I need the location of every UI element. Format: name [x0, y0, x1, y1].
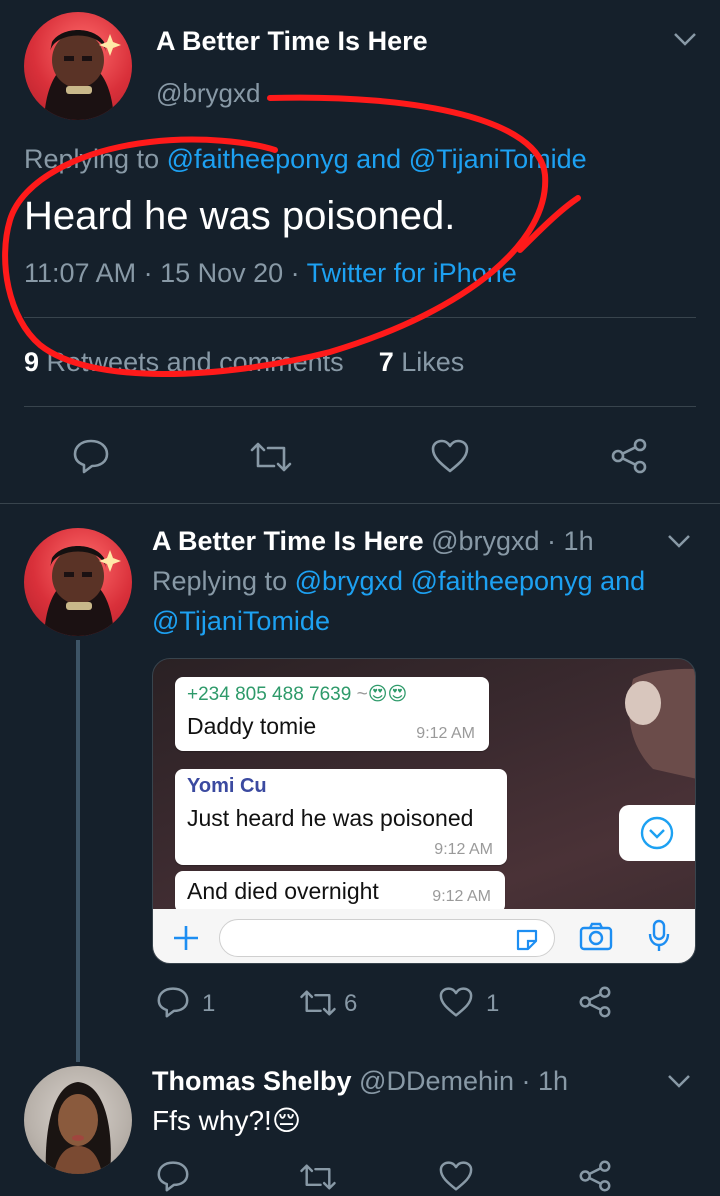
message-text: Just heard he was poisoned [187, 805, 474, 831]
camera-icon [579, 922, 613, 951]
whatsapp-compose-bar [153, 909, 695, 963]
emoji: 😔 [271, 1105, 302, 1136]
sender-phone: +234 805 488 7639 [187, 684, 352, 705]
like-icon[interactable] [430, 438, 470, 474]
sticker-icon [516, 929, 538, 951]
chevron-down-icon[interactable] [666, 1072, 692, 1090]
reply-icon[interactable] [156, 986, 190, 1018]
replying-to-prefix: Replying to [152, 566, 295, 596]
message-sender: Yomi Cu [187, 775, 267, 797]
avatar[interactable] [24, 1066, 132, 1174]
sender-emoji: 😍😍 [367, 684, 408, 705]
message-text: Daddy tomie [187, 713, 317, 739]
handle-time[interactable]: @brygxd · 1h [424, 526, 593, 556]
mention-link[interactable]: @brygxd @faitheeponyg [295, 566, 593, 596]
retweet-icon[interactable] [298, 988, 338, 1018]
retweet-count: 6 [344, 990, 358, 1017]
thread-line [76, 640, 80, 1062]
replying-to: Replying to @brygxd @faitheeponyg and [152, 566, 645, 597]
scroll-down-button [619, 805, 695, 861]
microphone-icon [648, 919, 670, 951]
plus-icon [174, 926, 198, 950]
reply-icon[interactable] [156, 1160, 190, 1192]
share-icon[interactable] [578, 986, 612, 1018]
mention-link[interactable]: @TijaniTomide [152, 606, 330, 637]
share-icon[interactable] [578, 1160, 612, 1192]
like-icon[interactable] [438, 986, 474, 1018]
annotation-circle [2, 94, 581, 377]
message-time: 9:12 AM [432, 888, 491, 905]
display-name[interactable]: A Better Time Is Here [156, 26, 428, 57]
chevron-down-icon[interactable] [672, 30, 698, 48]
chevron-down-icon [640, 816, 674, 850]
message-bubble: Yomi Cu Just heard he was poisoned 9:12 … [175, 769, 507, 865]
like-icon[interactable] [438, 1160, 474, 1192]
chevron-down-icon[interactable] [666, 532, 692, 550]
tweet-text-content: Ffs why?! [152, 1105, 272, 1136]
sender-tilde: ~ [351, 684, 368, 705]
message-bubble: And died overnight 9:12 AM [175, 871, 505, 913]
message-text: And died overnight [187, 878, 379, 904]
display-name[interactable]: A Better Time Is Here [152, 526, 424, 556]
message-sender: +234 805 488 7639 ~😍😍 [187, 683, 407, 706]
reply-count: 1 [202, 990, 216, 1017]
reply-header: A Better Time Is Here @brygxd · 1h [152, 526, 594, 557]
tweet-text: Ffs why?!😔 [152, 1104, 301, 1137]
reply-icon[interactable] [72, 438, 110, 474]
message-bubble: +234 805 488 7639 ~😍😍 Daddy tomie 9:12 A… [175, 677, 489, 751]
message-time: 9:12 AM [416, 725, 475, 742]
like-count: 1 [486, 990, 500, 1017]
retweet-icon[interactable] [298, 1162, 338, 1192]
display-name[interactable]: Thomas Shelby [152, 1066, 352, 1096]
avatar[interactable] [24, 528, 132, 636]
mention-and: and [592, 566, 646, 596]
attached-image[interactable]: +234 805 488 7639 ~😍😍 Daddy tomie 9:12 A… [152, 658, 696, 964]
background-hand [625, 668, 695, 779]
handle-time[interactable]: @DDemehin · 1h [352, 1066, 568, 1096]
message-time: 9:12 AM [434, 841, 493, 858]
whatsapp-input [219, 919, 555, 957]
reply-header: Thomas Shelby @DDemehin · 1h [152, 1066, 568, 1097]
share-icon[interactable] [610, 438, 648, 474]
divider [0, 503, 720, 504]
retweet-icon[interactable] [248, 440, 294, 474]
